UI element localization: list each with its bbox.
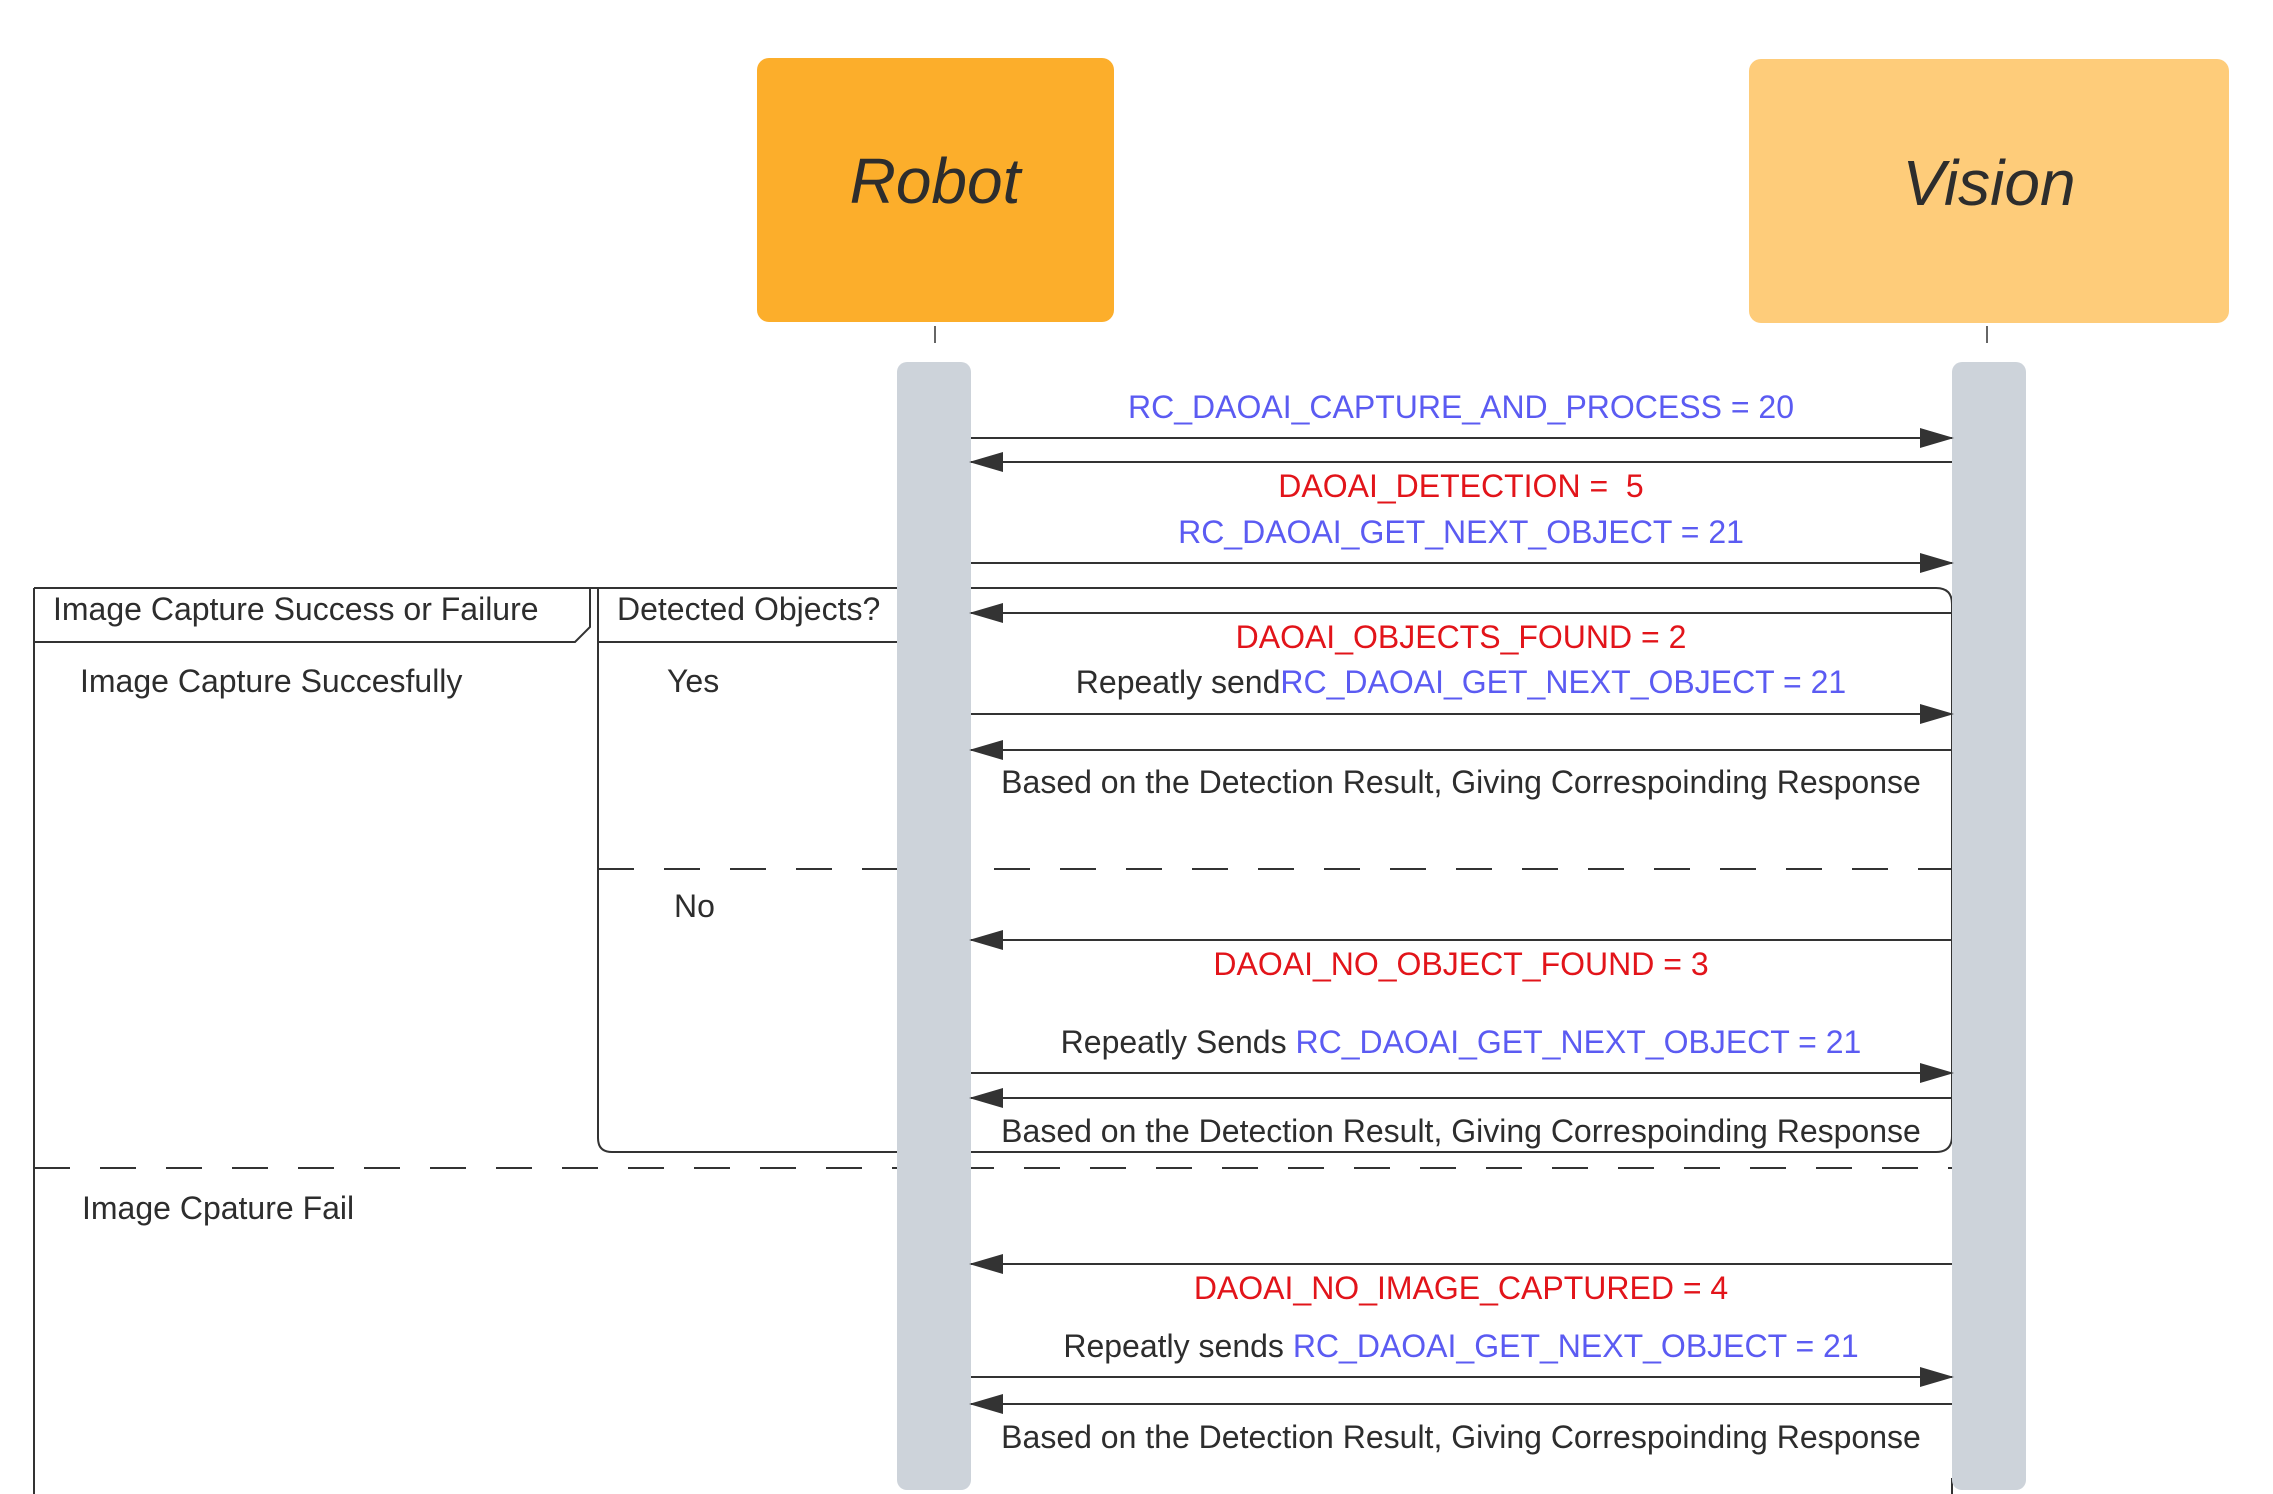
label-repeat-send-yes-command: RC_DAOAI_GET_NEXT_OBJECT = 21 bbox=[1280, 664, 1846, 700]
participant-robot: Robot bbox=[757, 58, 1114, 322]
robot-head-label: Robot bbox=[850, 145, 1023, 217]
label-repeat-send-no: Repeatly Sends RC_DAOAI_GET_NEXT_OBJECT … bbox=[1061, 1024, 1862, 1060]
robot-activation-bar bbox=[897, 362, 971, 1490]
label-repeat-send-yes-prefix: Repeatly send bbox=[1076, 664, 1281, 700]
vision-activation-bar bbox=[1952, 362, 2026, 1490]
message-labels: RC_DAOAI_CAPTURE_AND_PROCESS = 20 DAOAI_… bbox=[1001, 389, 1921, 1455]
label-repeat-send-no-prefix: Repeatly Sends bbox=[1061, 1024, 1296, 1060]
label-capture-and-process: RC_DAOAI_CAPTURE_AND_PROCESS = 20 bbox=[1128, 389, 1794, 425]
label-no-object-found: DAOAI_NO_OBJECT_FOUND = 3 bbox=[1213, 946, 1708, 982]
inner-frame-label: Detected Objects? bbox=[617, 591, 880, 627]
label-repeat-send-yes: Repeatly sendRC_DAOAI_GET_NEXT_OBJECT = … bbox=[1076, 664, 1846, 700]
label-response-no: Based on the Detection Result, Giving Co… bbox=[1001, 1113, 1921, 1149]
label-response-yes: Based on the Detection Result, Giving Co… bbox=[1001, 764, 1921, 800]
outer-section-success-label: Image Capture Succesfully bbox=[80, 663, 462, 699]
inner-section-yes-label: Yes bbox=[667, 663, 719, 699]
label-response-fail: Based on the Detection Result, Giving Co… bbox=[1001, 1419, 1921, 1455]
vision-head-label: Vision bbox=[1902, 147, 2075, 219]
label-repeat-send-fail-command: RC_DAOAI_GET_NEXT_OBJECT = 21 bbox=[1293, 1328, 1859, 1364]
label-no-image-captured: DAOAI_NO_IMAGE_CAPTURED = 4 bbox=[1194, 1270, 1728, 1306]
label-repeat-send-fail-prefix: Repeatly sends bbox=[1063, 1328, 1292, 1364]
label-detection: DAOAI_DETECTION = 5 bbox=[1278, 468, 1643, 504]
message-arrows bbox=[969, 428, 1954, 1414]
label-get-next-object-1: RC_DAOAI_GET_NEXT_OBJECT = 21 bbox=[1178, 514, 1744, 550]
label-objects-found: DAOAI_OBJECTS_FOUND = 2 bbox=[1236, 619, 1687, 655]
sequence-diagram: Robot Vision Image Capture Success or Fa… bbox=[33, 58, 2229, 1494]
inner-section-no-label: No bbox=[674, 888, 715, 924]
outer-frame-label: Image Capture Success or Failure bbox=[53, 591, 539, 627]
label-repeat-send-fail: Repeatly sends RC_DAOAI_GET_NEXT_OBJECT … bbox=[1063, 1328, 1858, 1364]
participant-vision: Vision bbox=[1749, 59, 2229, 323]
label-repeat-send-no-command: RC_DAOAI_GET_NEXT_OBJECT = 21 bbox=[1295, 1024, 1861, 1060]
outer-section-fail-label: Image Cpature Fail bbox=[82, 1190, 354, 1226]
